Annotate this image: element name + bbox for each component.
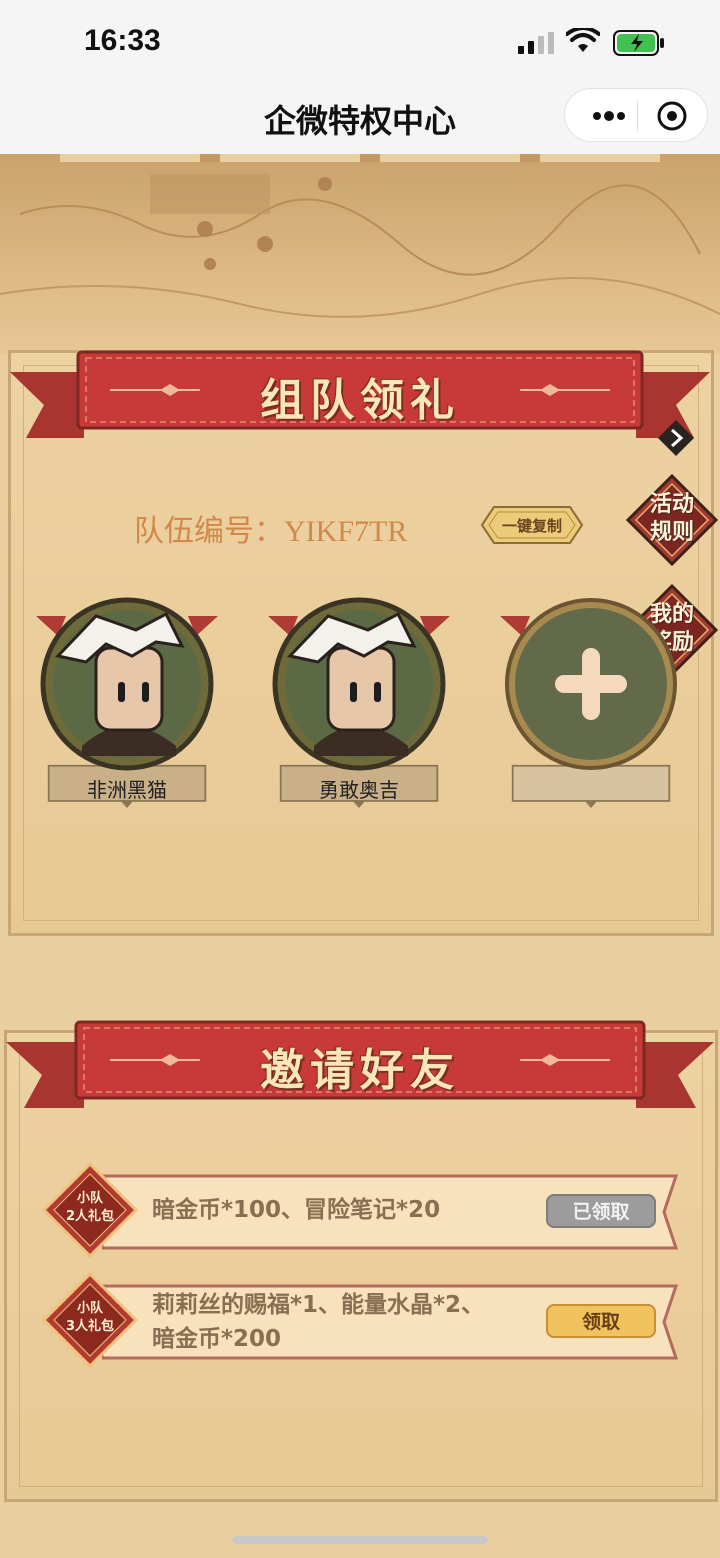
- badge-line1: 小队: [76, 1191, 103, 1206]
- gift-row: 小队 3人礼包 莉莉丝的赐福*1、能量水晶*2、 暗金币*200 领取: [41, 1271, 682, 1369]
- claimed-button[interactable]: 已领取: [546, 1194, 656, 1228]
- close-mini-program-icon[interactable]: [655, 99, 689, 133]
- team-member-slot[interactable]: 非洲黑猫: [32, 592, 222, 822]
- add-member-slot[interactable]: [496, 592, 686, 822]
- more-options-icon[interactable]: [583, 101, 639, 131]
- battery-charging-icon: [613, 30, 664, 56]
- badge-line2: 3人礼包: [65, 1319, 115, 1334]
- gift-description-line1: 莉莉丝的赐福*1、能量水晶*2、: [152, 1292, 485, 1318]
- team-member-slot[interactable]: 勇敢奥吉: [264, 592, 454, 822]
- header-map-illustration: [0, 154, 720, 354]
- home-indicator[interactable]: [232, 1536, 488, 1544]
- team-banner: 组队领礼: [0, 350, 720, 450]
- copy-button-label: 一键复制: [501, 517, 562, 535]
- invite-banner-title: 邀请好友: [260, 1045, 460, 1096]
- status-time: 16:33: [84, 24, 161, 57]
- gift-tier-badge: 小队 3人礼包: [41, 1271, 139, 1369]
- badge-line2: 2人礼包: [65, 1209, 115, 1224]
- cellular-signal-icon: [518, 32, 554, 54]
- rules-label-line2: 规则: [649, 520, 694, 545]
- member-avatar: [36, 597, 218, 771]
- claim-button[interactable]: 领取: [546, 1304, 656, 1338]
- expand-arrow-icon[interactable]: [656, 418, 696, 458]
- copy-team-id-button[interactable]: 一键复制: [480, 505, 584, 545]
- member-name: 非洲黑猫: [87, 778, 167, 802]
- badge-line1: 小队: [76, 1301, 103, 1316]
- activity-rules-button[interactable]: 活动 规则: [625, 473, 719, 567]
- status-bar: 16:33: [0, 0, 720, 78]
- gift-tier-badge: 小队 2人礼包: [41, 1161, 139, 1259]
- map-sketch-icon: [0, 174, 720, 318]
- mini-program-nav-bar: 企微特权中心: [0, 78, 720, 154]
- team-id-label: 队伍编号：YIKF7TR: [134, 515, 408, 548]
- add-member-icon[interactable]: [500, 596, 682, 772]
- capsule-divider: [637, 101, 638, 131]
- capsule-menu: [564, 88, 708, 142]
- team-banner-title: 组队领礼: [260, 375, 460, 426]
- header-frieze: [60, 154, 660, 162]
- wifi-icon: [566, 28, 600, 52]
- gift-row: 小队 2人礼包 暗金币*100、冒险笔记*20 已领取: [41, 1161, 682, 1259]
- member-name: 勇敢奥吉: [319, 778, 399, 802]
- gift-description: 暗金币*100、冒险笔记*20: [152, 1197, 441, 1223]
- gift-description-line2: 暗金币*200: [152, 1326, 282, 1352]
- rules-label-line1: 活动: [649, 492, 694, 517]
- invite-banner: 邀请好友: [0, 1020, 720, 1120]
- member-avatar: [268, 597, 450, 771]
